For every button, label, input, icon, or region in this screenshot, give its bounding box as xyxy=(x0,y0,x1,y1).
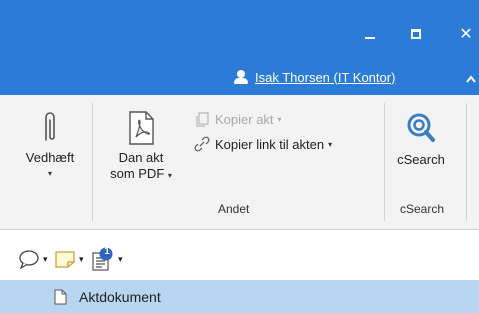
list-dropdown-arrow: ▾ xyxy=(118,253,123,264)
list-dropdown[interactable]: 1 ▾ xyxy=(91,244,123,274)
document-icon xyxy=(54,289,67,304)
paperclip-icon xyxy=(45,112,55,141)
note-dropdown-arrow: ▾ xyxy=(79,253,84,264)
title-bar: ✕ Isak Thorsen (IT Kontor) xyxy=(0,0,479,95)
attach-button[interactable]: Vedhæft ▾ xyxy=(18,110,82,182)
minimize-icon xyxy=(365,37,375,39)
csearch-icon xyxy=(407,113,435,142)
create-pdf-button[interactable]: Dan akt som PDF ▾ xyxy=(104,110,178,184)
attach-label: Vedhæft xyxy=(25,150,75,165)
close-button[interactable]: ✕ xyxy=(452,20,479,48)
quick-access-toolbar: ▾ ▾ 1 ▾ xyxy=(0,244,479,274)
note-dropdown[interactable]: ▾ xyxy=(54,244,84,274)
csearch-label: cSearch xyxy=(397,152,445,167)
group-label-andet: Andet xyxy=(218,202,250,216)
link-icon xyxy=(194,136,210,152)
maximize-button[interactable] xyxy=(402,20,430,48)
pdf-icon xyxy=(129,111,154,145)
copy-act-label: Kopier akt xyxy=(215,111,274,127)
ribbon-separator xyxy=(384,103,385,221)
ribbon-separator xyxy=(466,103,467,221)
group-label-csearch: cSearch xyxy=(400,202,445,216)
user-account-link[interactable]: Isak Thorsen (IT Kontor) xyxy=(234,68,395,86)
copy-link-button[interactable]: Kopier link til akten ▾ xyxy=(194,136,332,152)
list-badge: 1 xyxy=(104,246,110,257)
collapse-ribbon-icon[interactable] xyxy=(466,70,476,86)
copy-act-button[interactable]: Kopier akt ▾ xyxy=(194,111,282,127)
speech-bubble-icon xyxy=(19,250,39,269)
list-item-document[interactable]: Aktdokument xyxy=(0,280,479,313)
document-label: Aktdokument xyxy=(79,288,161,305)
create-pdf-dropdown-arrow: ▾ xyxy=(167,171,172,180)
user-name[interactable]: Isak Thorsen (IT Kontor) xyxy=(255,70,395,85)
create-pdf-label-line1: Dan akt xyxy=(118,150,164,165)
maximize-icon xyxy=(411,29,421,39)
copy-link-dropdown-arrow: ▾ xyxy=(328,139,333,149)
create-pdf-label-line2: som PDF xyxy=(110,166,165,181)
attach-dropdown-arrow: ▾ xyxy=(47,169,52,178)
close-icon: ✕ xyxy=(459,24,473,43)
comment-dropdown-arrow: ▾ xyxy=(43,253,48,264)
sticky-note-icon xyxy=(55,251,75,268)
comment-dropdown[interactable]: ▾ xyxy=(18,244,48,274)
ribbon-separator xyxy=(92,103,93,221)
user-icon xyxy=(234,70,248,84)
copy-act-dropdown-arrow: ▾ xyxy=(277,114,282,124)
csearch-button[interactable]: cSearch xyxy=(390,112,452,168)
copy-icon xyxy=(194,111,210,127)
copy-link-label: Kopier link til akten xyxy=(215,136,325,152)
minimize-button[interactable] xyxy=(356,20,384,48)
